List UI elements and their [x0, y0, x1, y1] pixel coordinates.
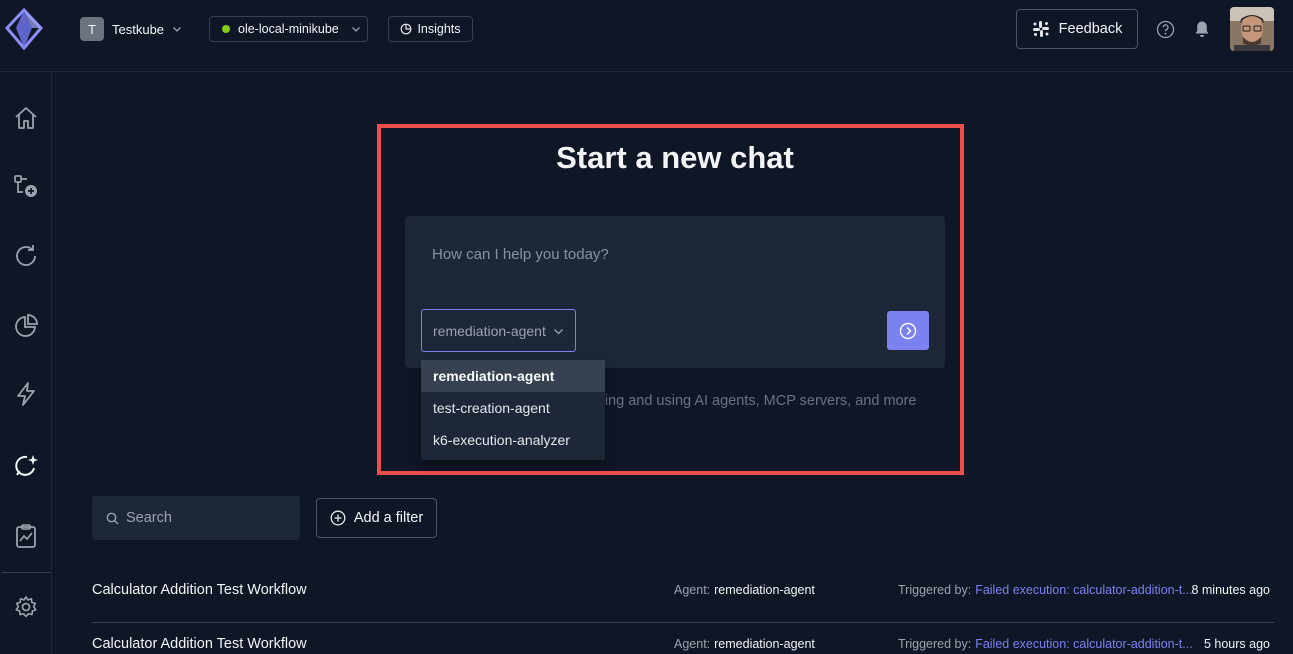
- clipboard-chart-icon: [16, 524, 36, 548]
- insights-button[interactable]: Insights: [388, 16, 473, 42]
- session-trigger: Triggered by: Failed execution: calculato…: [898, 583, 1193, 597]
- environment-name: ole-local-minikube: [238, 22, 339, 36]
- sidebar-item-reports[interactable]: [12, 522, 40, 550]
- chat-sparkle-icon: [15, 455, 38, 476]
- search-icon: [106, 512, 119, 524]
- session-title: Calculator Addition Test Workflow: [92, 582, 307, 598]
- send-message-button[interactable]: [887, 311, 929, 350]
- agent-option[interactable]: k6-execution-analyzer: [421, 424, 605, 456]
- trigger-label: Triggered by:: [898, 583, 972, 597]
- trigger-link[interactable]: Failed execution: calculator-addition-t.…: [975, 583, 1192, 597]
- chevron-down-icon: [351, 27, 360, 32]
- notifications-bell-icon[interactable]: [1194, 20, 1210, 38]
- trigger-label: Triggered by:: [898, 637, 972, 651]
- agent-select-value: remediation-agent: [433, 322, 546, 339]
- pie-chart-icon: [15, 314, 38, 337]
- chevron-down-icon: [173, 27, 182, 32]
- chat-session-row[interactable]: Calculator Addition Test Workflow Agent:…: [92, 624, 1274, 654]
- testkube-logo-icon[interactable]: [4, 7, 44, 51]
- chat-session-row[interactable]: Calculator Addition Test Workflow Agent:…: [92, 570, 1274, 624]
- sidebar-item-executions[interactable]: [12, 242, 40, 270]
- agent-select[interactable]: remediation-agent: [421, 309, 576, 352]
- insights-chart-icon: [401, 23, 412, 35]
- feedback-button[interactable]: Feedback: [1016, 9, 1138, 49]
- session-agent: Agent: remediation-agent: [674, 583, 815, 597]
- sidebar: [0, 72, 52, 654]
- slack-icon: [1032, 21, 1049, 37]
- chat-hint-text: ring and using AI agents, MCP servers, a…: [600, 393, 917, 409]
- environment-switcher[interactable]: ole-local-minikube: [209, 16, 368, 42]
- sidebar-item-analytics[interactable]: [12, 312, 40, 340]
- page-title: Start a new chat: [556, 140, 794, 175]
- agent-option[interactable]: test-creation-agent: [421, 392, 605, 424]
- workflow-add-icon: [14, 175, 37, 197]
- gear-icon: [15, 596, 37, 618]
- add-filter-label: Add a filter: [353, 510, 424, 526]
- org-avatar: T: [80, 17, 104, 41]
- help-icon[interactable]: [1156, 20, 1175, 39]
- org-name: Testkube: [112, 21, 165, 37]
- user-avatar[interactable]: [1230, 7, 1274, 51]
- session-time: 8 minutes ago: [1191, 583, 1270, 597]
- plus-circle-icon: [330, 510, 346, 526]
- sidebar-item-workflows[interactable]: [12, 172, 40, 200]
- sidebar-item-settings[interactable]: [12, 593, 40, 621]
- send-arrow-icon: [899, 322, 917, 339]
- session-time: 5 hours ago: [1203, 637, 1270, 651]
- session-agent: Agent: remediation-agent: [674, 637, 815, 651]
- agent-value: remediation-agent: [714, 583, 815, 597]
- search-placeholder: Search: [126, 510, 172, 526]
- feedback-label: Feedback: [1058, 21, 1123, 37]
- home-icon: [15, 107, 37, 129]
- lightning-icon: [17, 382, 35, 406]
- trigger-link[interactable]: Failed execution: calculator-addition-t.…: [975, 637, 1192, 651]
- chat-input-panel: How can I help you today? remediation-ag…: [405, 216, 945, 368]
- search-input[interactable]: Search: [92, 496, 300, 540]
- sidebar-item-ai-chat[interactable]: [12, 452, 40, 480]
- top-bar: T Testkube ole-local-minikube Insights F…: [0, 0, 1293, 72]
- session-trigger: Triggered by: Failed execution: calculato…: [898, 637, 1193, 651]
- add-filter-button[interactable]: Add a filter: [316, 498, 437, 538]
- sidebar-divider: [2, 572, 50, 573]
- chevron-down-icon: [554, 329, 563, 335]
- refresh-icon: [16, 245, 36, 266]
- session-title: Calculator Addition Test Workflow: [92, 636, 307, 652]
- sidebar-item-home[interactable]: [12, 104, 40, 132]
- agent-value: remediation-agent: [714, 637, 815, 651]
- row-divider: [92, 622, 1274, 623]
- agent-dropdown-menu: remediation-agent test-creation-agent k6…: [421, 359, 605, 460]
- chat-message-input[interactable]: How can I help you today?: [432, 246, 609, 263]
- agent-label: Agent:: [674, 583, 711, 597]
- sidebar-item-triggers[interactable]: [12, 380, 40, 408]
- insights-label: Insights: [417, 22, 461, 36]
- agent-label: Agent:: [674, 637, 711, 651]
- agent-option[interactable]: remediation-agent: [421, 360, 605, 392]
- organization-switcher[interactable]: T Testkube: [80, 17, 182, 41]
- environment-status-dot: [222, 25, 230, 33]
